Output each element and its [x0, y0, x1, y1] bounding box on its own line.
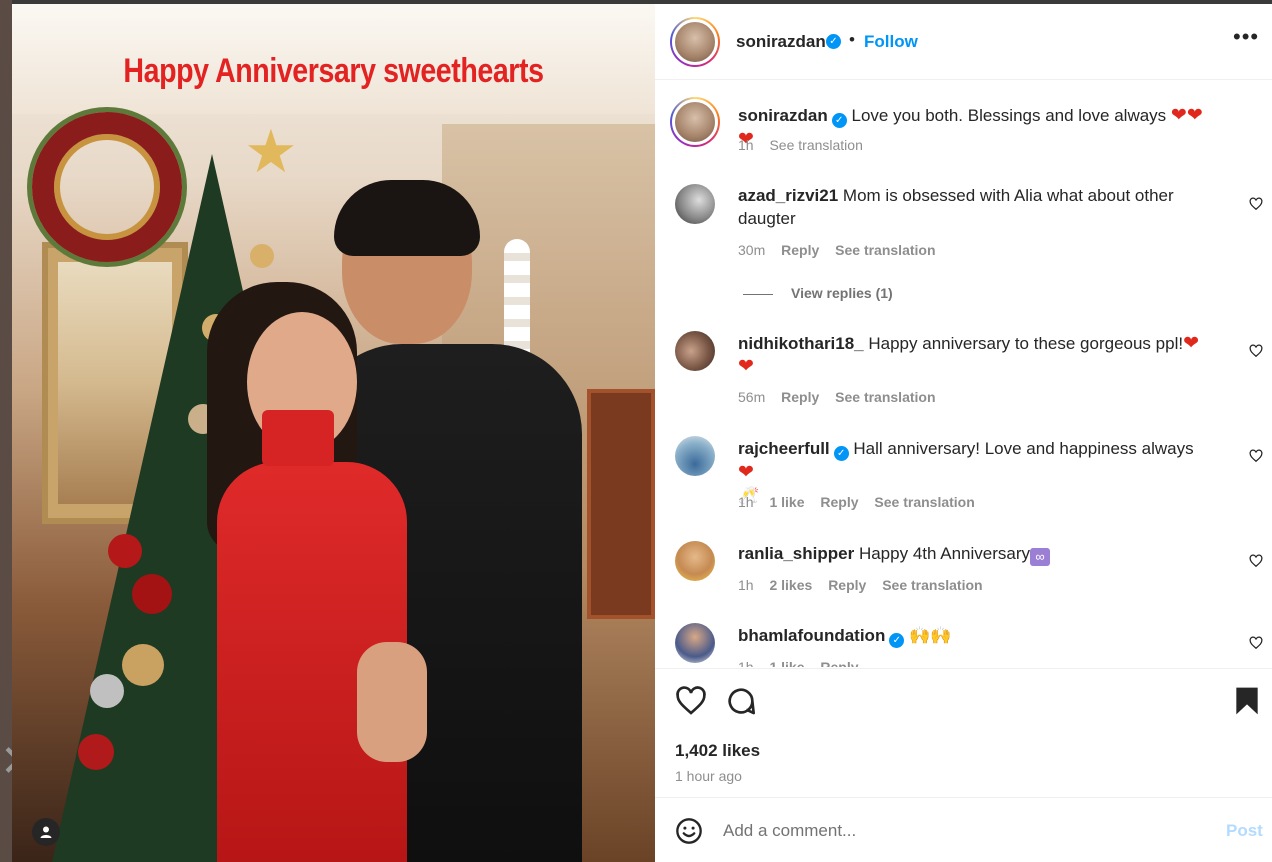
comment-input[interactable]: [723, 815, 1203, 847]
likes-count[interactable]: 1,402 likes: [675, 741, 760, 761]
page: ✕ ★ Happy Anniversary sweetheart: [0, 0, 1272, 862]
reply-button[interactable]: Reply: [781, 242, 819, 258]
comment: bhamlafoundation ✓ 🙌🙌: [738, 624, 1208, 648]
separator-dot: •: [849, 30, 855, 49]
comments-list[interactable]: sonirazdan ✓ Love you both. Blessings and…: [655, 81, 1272, 667]
verified-icon: ✓: [831, 113, 847, 128]
reply-button[interactable]: Reply: [820, 494, 858, 510]
commenter-avatar[interactable]: [675, 184, 715, 224]
caption-time: 1h: [738, 137, 754, 153]
comment-likes[interactable]: 1 like: [769, 494, 804, 510]
ornament: [108, 534, 142, 568]
comment-time: 56m: [738, 389, 766, 405]
reply-button[interactable]: Reply: [820, 659, 858, 667]
comment-time: 1h: [738, 494, 754, 510]
comment-text: Happy anniversary to these gorgeous ppl!: [868, 334, 1184, 353]
commenter-avatar[interactable]: [675, 331, 715, 371]
commenter-avatar[interactable]: [675, 623, 715, 663]
see-translation-link[interactable]: See translation: [874, 494, 974, 510]
tree-star: ★: [244, 118, 298, 185]
add-comment-bar: Post: [655, 799, 1272, 862]
see-translation-link[interactable]: See translation: [882, 577, 982, 593]
comment-icon[interactable]: [725, 685, 757, 717]
comment: nidhikothari18_ Happy anniversary to the…: [738, 332, 1208, 378]
like-comment-heart-icon[interactable]: [1249, 449, 1263, 463]
comment-text: Happy 4th Anniversary: [858, 544, 1030, 563]
like-comment-heart-icon[interactable]: [1249, 197, 1263, 211]
comment: ranlia_shipper Happy 4th Anniversary ∞: [738, 542, 1208, 566]
bookmark-icon[interactable]: [1231, 685, 1263, 717]
ornament: [90, 674, 124, 708]
caption-username[interactable]: sonirazdan: [738, 106, 828, 125]
comment-time: 1h: [738, 659, 754, 667]
like-comment-heart-icon[interactable]: [1249, 554, 1263, 568]
view-replies-button[interactable]: View replies (1): [743, 285, 893, 301]
comment-time: 30m: [738, 242, 766, 258]
comment-time: 1h: [738, 577, 754, 593]
post-timestamp: 1 hour ago: [675, 768, 742, 784]
photo-door: [587, 389, 655, 619]
caption-text: Love you both. Blessings and love always: [851, 106, 1167, 125]
post-button[interactable]: Post: [1226, 821, 1263, 841]
caption-avatar[interactable]: [670, 97, 720, 147]
comment-meta: 1h 2 likes Reply See translation: [738, 577, 995, 593]
ornament: [78, 734, 114, 770]
verified-icon: ✓: [833, 446, 849, 461]
ornament: [122, 644, 164, 686]
comment-username[interactable]: azad_rizvi21: [738, 186, 838, 205]
infinity-emoji: ∞: [1030, 548, 1050, 566]
heart-icon[interactable]: [675, 685, 707, 717]
reply-button[interactable]: Reply: [781, 389, 819, 405]
post-actions: 1,402 likes 1 hour ago: [655, 668, 1272, 798]
backdrop-edge: [0, 0, 12, 862]
comment-meta: 56m Reply See translation: [738, 389, 948, 405]
comment-username[interactable]: ranlia_shipper: [738, 544, 854, 563]
follow-button[interactable]: Follow: [864, 32, 918, 52]
comment: azad_rizvi21 Mom is obsessed with Alia w…: [738, 184, 1208, 230]
red-heart-emoji: ❤: [738, 462, 754, 483]
verified-icon: ✓: [889, 633, 905, 648]
comment-likes[interactable]: 1 like: [769, 659, 804, 667]
raised-hands-emoji: 🙌🙌: [909, 626, 952, 645]
caption-meta: 1h See translation: [738, 137, 875, 153]
author-username[interactable]: sonirazdan: [736, 32, 826, 52]
comment-text: Hall anniversary! Love and happiness alw…: [853, 439, 1194, 458]
more-icon[interactable]: •••: [1233, 24, 1259, 50]
woman-figure: [207, 282, 427, 862]
comment-username[interactable]: nidhikothari18_: [738, 334, 864, 353]
commenter-avatar[interactable]: [675, 541, 715, 581]
post-header: sonirazdan ✓ • Follow •••: [655, 4, 1272, 80]
comment-username[interactable]: rajcheerfull: [738, 439, 830, 458]
comment-meta: 1h 1 like Reply: [738, 659, 871, 667]
verified-icon: ✓: [826, 34, 841, 49]
user-tag-icon[interactable]: [32, 818, 60, 846]
comment-meta: 1h 1 like Reply See translation: [738, 494, 987, 510]
like-comment-heart-icon[interactable]: [1249, 344, 1263, 358]
post-photo[interactable]: ★ Happy Anniversary sweethearts: [12, 4, 655, 862]
see-translation-link[interactable]: See translation: [769, 137, 862, 153]
ornament: [250, 244, 274, 268]
reply-button[interactable]: Reply: [828, 577, 866, 593]
comment-likes[interactable]: 2 likes: [769, 577, 812, 593]
comment-meta: 30m Reply See translation: [738, 242, 948, 258]
post-sidebar: sonirazdan ✓ • Follow ••• sonirazdan ✓ Lo…: [655, 4, 1272, 862]
emoji-icon[interactable]: [675, 817, 703, 845]
ornament: [132, 574, 172, 614]
wreath: [32, 112, 182, 262]
commenter-avatar[interactable]: [675, 436, 715, 476]
view-replies-label: View replies (1): [791, 285, 893, 301]
author-avatar[interactable]: [670, 17, 720, 67]
like-comment-heart-icon[interactable]: [1249, 636, 1263, 650]
comment-username[interactable]: bhamlafoundation: [738, 626, 885, 645]
see-translation-link[interactable]: See translation: [835, 242, 935, 258]
photo-overlay-text: Happy Anniversary sweethearts: [123, 52, 544, 90]
see-translation-link[interactable]: See translation: [835, 389, 935, 405]
